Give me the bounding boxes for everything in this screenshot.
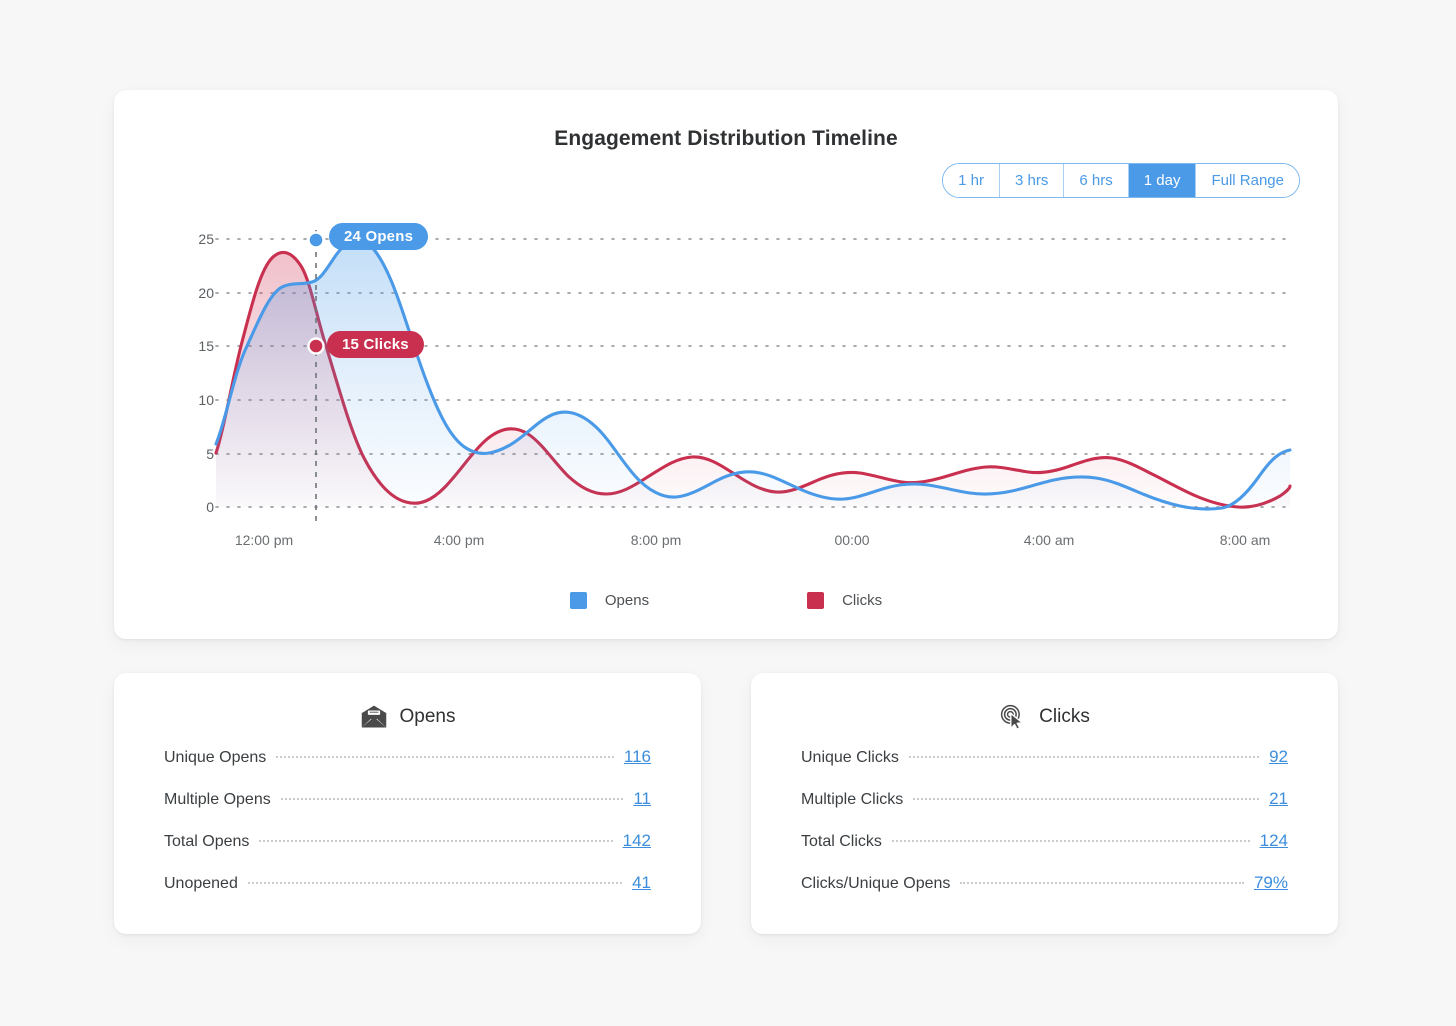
stat-value[interactable]: 21 (1269, 789, 1288, 809)
x-tick-800am: 8:00 am (1220, 532, 1271, 548)
tooltip-opens: 24 Opens (329, 223, 428, 250)
x-axis: 12:00 pm 4:00 pm 8:00 pm 00:00 4:00 am 8… (114, 532, 1338, 562)
leader-dots (909, 756, 1259, 758)
opens-card-title: Opens (400, 706, 456, 728)
stat-value[interactable]: 142 (623, 831, 651, 851)
stat-row-multiple-opens: Multiple Opens 11 (164, 789, 651, 831)
clicks-marker (309, 339, 324, 354)
x-tick-400pm: 4:00 pm (434, 532, 485, 548)
opens-marker (309, 233, 324, 248)
opens-stats-card: Opens Unique Opens 116 Multiple Opens 11… (114, 673, 701, 934)
clicks-stats-card: Clicks Unique Clicks 92 Multiple Clicks … (751, 673, 1338, 934)
leader-dots (892, 840, 1250, 842)
legend-item-clicks[interactable]: Clicks (807, 592, 882, 609)
x-tick-400am: 4:00 am (1024, 532, 1075, 548)
stat-row-unopened: Unopened 41 (164, 873, 651, 915)
stat-label: Multiple Opens (164, 791, 271, 809)
stat-value[interactable]: 92 (1269, 747, 1288, 767)
stat-value[interactable]: 79% (1254, 873, 1288, 893)
stat-label: Total Opens (164, 833, 249, 851)
click-cursor-icon (999, 703, 1027, 731)
stat-label: Clicks/Unique Opens (801, 875, 950, 893)
leader-dots (960, 882, 1244, 884)
legend-item-opens[interactable]: Opens (570, 592, 649, 609)
stat-value[interactable]: 11 (633, 789, 651, 809)
stat-row-unique-opens: Unique Opens 116 (164, 747, 651, 789)
clicks-card-title: Clicks (1039, 706, 1090, 728)
legend-swatch-opens (570, 592, 587, 609)
leader-dots (276, 756, 614, 758)
stat-label: Unopened (164, 875, 238, 893)
stat-value[interactable]: 41 (632, 873, 651, 893)
chart-legend: Opens Clicks (114, 592, 1338, 609)
chart-plot-area: 25 20 15 10 5 0 (114, 90, 1338, 639)
engagement-chart-card: Engagement Distribution Timeline 1 hr 3 … (114, 90, 1338, 639)
leader-dots (248, 882, 622, 884)
stat-label: Multiple Clicks (801, 791, 903, 809)
opens-card-header: Opens (164, 673, 651, 747)
stat-row-clicks-per-unique-opens: Clicks/Unique Opens 79% (801, 873, 1288, 915)
x-tick-800pm: 8:00 pm (631, 532, 682, 548)
leader-dots (259, 840, 612, 842)
stat-label: Total Clicks (801, 833, 882, 851)
stat-row-unique-clicks: Unique Clicks 92 (801, 747, 1288, 789)
leader-dots (281, 798, 624, 800)
clicks-card-header: Clicks (801, 673, 1288, 747)
open-envelope-icon (360, 703, 388, 731)
stat-row-multiple-clicks: Multiple Clicks 21 (801, 789, 1288, 831)
legend-swatch-clicks (807, 592, 824, 609)
page-root: Engagement Distribution Timeline 1 hr 3 … (0, 0, 1456, 1026)
tooltip-clicks: 15 Clicks (327, 331, 424, 358)
stat-label: Unique Clicks (801, 749, 899, 767)
stat-row-total-opens: Total Opens 142 (164, 831, 651, 873)
leader-dots (913, 798, 1259, 800)
x-tick-1200pm: 12:00 pm (235, 532, 293, 548)
legend-label-clicks: Clicks (842, 592, 882, 609)
x-tick-0000: 00:00 (834, 532, 869, 548)
legend-label-opens: Opens (605, 592, 649, 609)
stat-label: Unique Opens (164, 749, 266, 767)
stat-value[interactable]: 116 (624, 747, 651, 767)
stat-row-total-clicks: Total Clicks 124 (801, 831, 1288, 873)
stat-value[interactable]: 124 (1260, 831, 1288, 851)
